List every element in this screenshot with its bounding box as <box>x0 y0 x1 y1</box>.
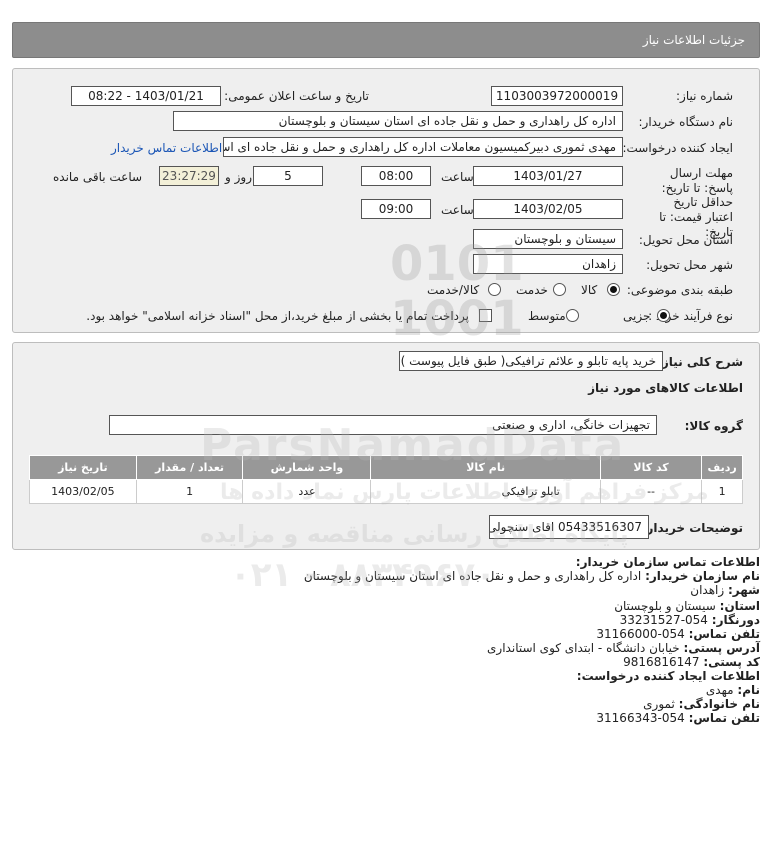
contact-fax-label: دورنگار: <box>711 613 760 627</box>
validity-time-word: ساعت <box>441 203 474 217</box>
contact-postal-row: کد پستی: 9816816147 <box>623 655 760 669</box>
contact-org-row: نام سازمان خریدار: اداره کل راهداری و حم… <box>304 569 760 583</box>
col-unit: واحد شمارش <box>242 455 372 480</box>
category-option-goods: کالا <box>581 283 598 297</box>
process-option-minor: جزیی <box>623 309 651 323</box>
cell-name: تابلو ترافیکی <box>370 479 601 504</box>
contact-city: زاهدان <box>690 583 725 597</box>
creator-info-title: اطلاعات ایجاد کننده درخواست: <box>576 669 760 683</box>
creator-field: مهدی ثموری دبیرکمیسیون معاملات اداره کل … <box>223 137 623 157</box>
description-label: شرح کلی نیاز: <box>657 355 743 369</box>
category-label: طبقه بندی موضوعی: <box>626 283 733 297</box>
category-option-goods-service: کالا/خدمت <box>427 283 480 297</box>
announce-field: 1403/01/21 - 08:22 <box>71 86 221 106</box>
contact-address-row: آدرس پستی: خیابان دانشگاه - ابتدای کوی ا… <box>487 641 760 655</box>
col-name: نام کالا <box>370 455 601 480</box>
goods-group-field: تجهیزات خانگی، اداری و صنعتی <box>109 415 657 435</box>
contact-title: اطلاعات تماس سازمان خریدار: <box>575 555 760 569</box>
buyer-org-label: نام دستگاه خریدار: <box>638 115 734 129</box>
page-title: جزئیات اطلاعات نیاز <box>642 33 745 47</box>
contact-org-label: نام سازمان خریدار: <box>645 569 760 583</box>
contact-phone: 054-31166000 <box>596 627 685 641</box>
creator-last-name-row: نام خانوادگی: ثموری <box>643 697 760 711</box>
contact-address-label: آدرس پستی: <box>683 641 760 655</box>
announce-label: تاریخ و ساعت اعلان عمومی: <box>224 89 369 103</box>
contact-phone-label: تلفن تماس: <box>688 627 760 641</box>
days-word: روز و <box>225 170 252 184</box>
city-field: زاهدان <box>473 254 623 274</box>
goods-section-title: اطلاعات کالاهای مورد نیاز <box>588 381 743 395</box>
goods-table-header: ردیف کد کالا نام کالا واحد شمارش تعداد /… <box>29 455 743 480</box>
need-number-label: شماره نیاز: <box>676 89 733 103</box>
process-radio-medium[interactable] <box>566 309 579 322</box>
page-header: جزئیات اطلاعات نیاز <box>12 22 760 58</box>
contact-org: اداره کل راهداری و حمل و نقل جاده ای است… <box>303 569 642 583</box>
treasury-payment-checkbox[interactable] <box>479 309 492 322</box>
contact-section: اطلاعات تماس سازمان خریدار: نام سازمان خ… <box>0 555 770 755</box>
need-number-field: 1103003972000019 <box>491 86 623 106</box>
validity-time-field: 09:00 <box>361 199 431 219</box>
buyer-notes-label: توضیحات خریدار: <box>641 521 743 535</box>
creator-phone: 054-31166343 <box>596 711 685 725</box>
contact-address: خیابان دانشگاه - ابتدای کوی استانداری <box>487 641 680 655</box>
col-need-date: تاریخ نیاز <box>29 455 137 480</box>
cell-unit: عدد <box>242 479 372 504</box>
deadline-time-word: ساعت <box>441 170 474 184</box>
province-field: سیستان و بلوچستان <box>473 229 623 249</box>
creator-last-name: ثموری <box>643 697 675 711</box>
category-radio-goods[interactable] <box>607 283 620 296</box>
contact-postal-label: کد پستی: <box>703 655 760 669</box>
contact-postal: 9816816147 <box>623 655 700 669</box>
province-label: استان محل تحویل: <box>638 233 733 247</box>
buyer-notes-field: 05433516307 اقای سنچولی <box>489 515 649 539</box>
contact-fax: 054-33231527 <box>619 613 708 627</box>
deadline-label: مهلت ارسال پاسخ: تا تاریخ: <box>661 166 733 195</box>
cell-quantity: 1 <box>135 479 244 504</box>
validity-date-field: 1403/02/05 <box>473 199 623 219</box>
need-details-panel: شماره نیاز: 1103003972000019 تاریخ و ساع… <box>12 68 760 333</box>
city-label: شهر محل تحویل: <box>646 258 733 272</box>
col-row: ردیف <box>701 455 743 480</box>
table-row: 1 -- تابلو ترافیکی عدد 1 1403/02/05 <box>29 479 743 504</box>
category-option-service: خدمت <box>516 283 548 297</box>
process-radio-minor[interactable] <box>657 309 670 322</box>
cell-row: 1 <box>701 479 743 504</box>
contact-province-label: استان: <box>719 599 760 613</box>
category-radio-service[interactable] <box>553 283 566 296</box>
buyer-org-field: اداره کل راهداری و حمل و نقل جاده ای است… <box>173 111 623 131</box>
buyer-contact-link[interactable]: اطلاعات تماس خریدار <box>111 141 222 155</box>
col-code: کد کالا <box>599 455 703 480</box>
col-quantity: تعداد / مقدار <box>135 455 244 480</box>
creator-first-name-label: نام: <box>737 683 760 697</box>
description-field: خرید پایه تابلو و علائم ترافیکی( طبق فای… <box>399 351 663 371</box>
contact-city-row: شهر: زاهدان <box>690 583 760 597</box>
creator-phone-row: تلفن تماس: 054-31166343 <box>596 711 760 725</box>
cell-need-date: 1403/02/05 <box>29 479 137 504</box>
deadline-date-field: 1403/01/27 <box>473 166 623 186</box>
contact-city-label: شهر: <box>728 583 760 597</box>
creator-first-name-row: نام: مهدی <box>706 683 760 697</box>
days-field: 5 <box>253 166 323 186</box>
remaining-time-field: 23:27:29 <box>159 166 219 186</box>
treasury-payment-text: پرداخت تمام یا بخشی از مبلغ خرید،از محل … <box>86 309 469 323</box>
goods-table: ردیف کد کالا نام کالا واحد شمارش تعداد /… <box>29 455 743 504</box>
contact-province-row: استان: سیستان و بلوچستان <box>614 599 760 613</box>
creator-last-name-label: نام خانوادگی: <box>678 697 760 711</box>
goods-group-label: گروه کالا: <box>684 419 743 433</box>
process-option-medium: متوسط <box>528 309 566 323</box>
cell-code: -- <box>599 479 703 504</box>
contact-fax-row: دورنگار: 054-33231527 <box>620 613 760 627</box>
creator-first-name: مهدی <box>705 683 734 697</box>
remaining-label: ساعت باقی مانده <box>53 170 143 184</box>
contact-phone-row: تلفن تماس: 054-31166000 <box>596 627 760 641</box>
goods-panel: شرح کلی نیاز: خرید پایه تابلو و علائم تر… <box>12 342 760 550</box>
creator-phone-label: تلفن تماس: <box>688 711 760 725</box>
contact-province: سیستان و بلوچستان <box>614 599 716 613</box>
category-radio-goods-service[interactable] <box>488 283 501 296</box>
deadline-time-field: 08:00 <box>361 166 431 186</box>
creator-label: ایجاد کننده درخواست: <box>622 141 733 155</box>
